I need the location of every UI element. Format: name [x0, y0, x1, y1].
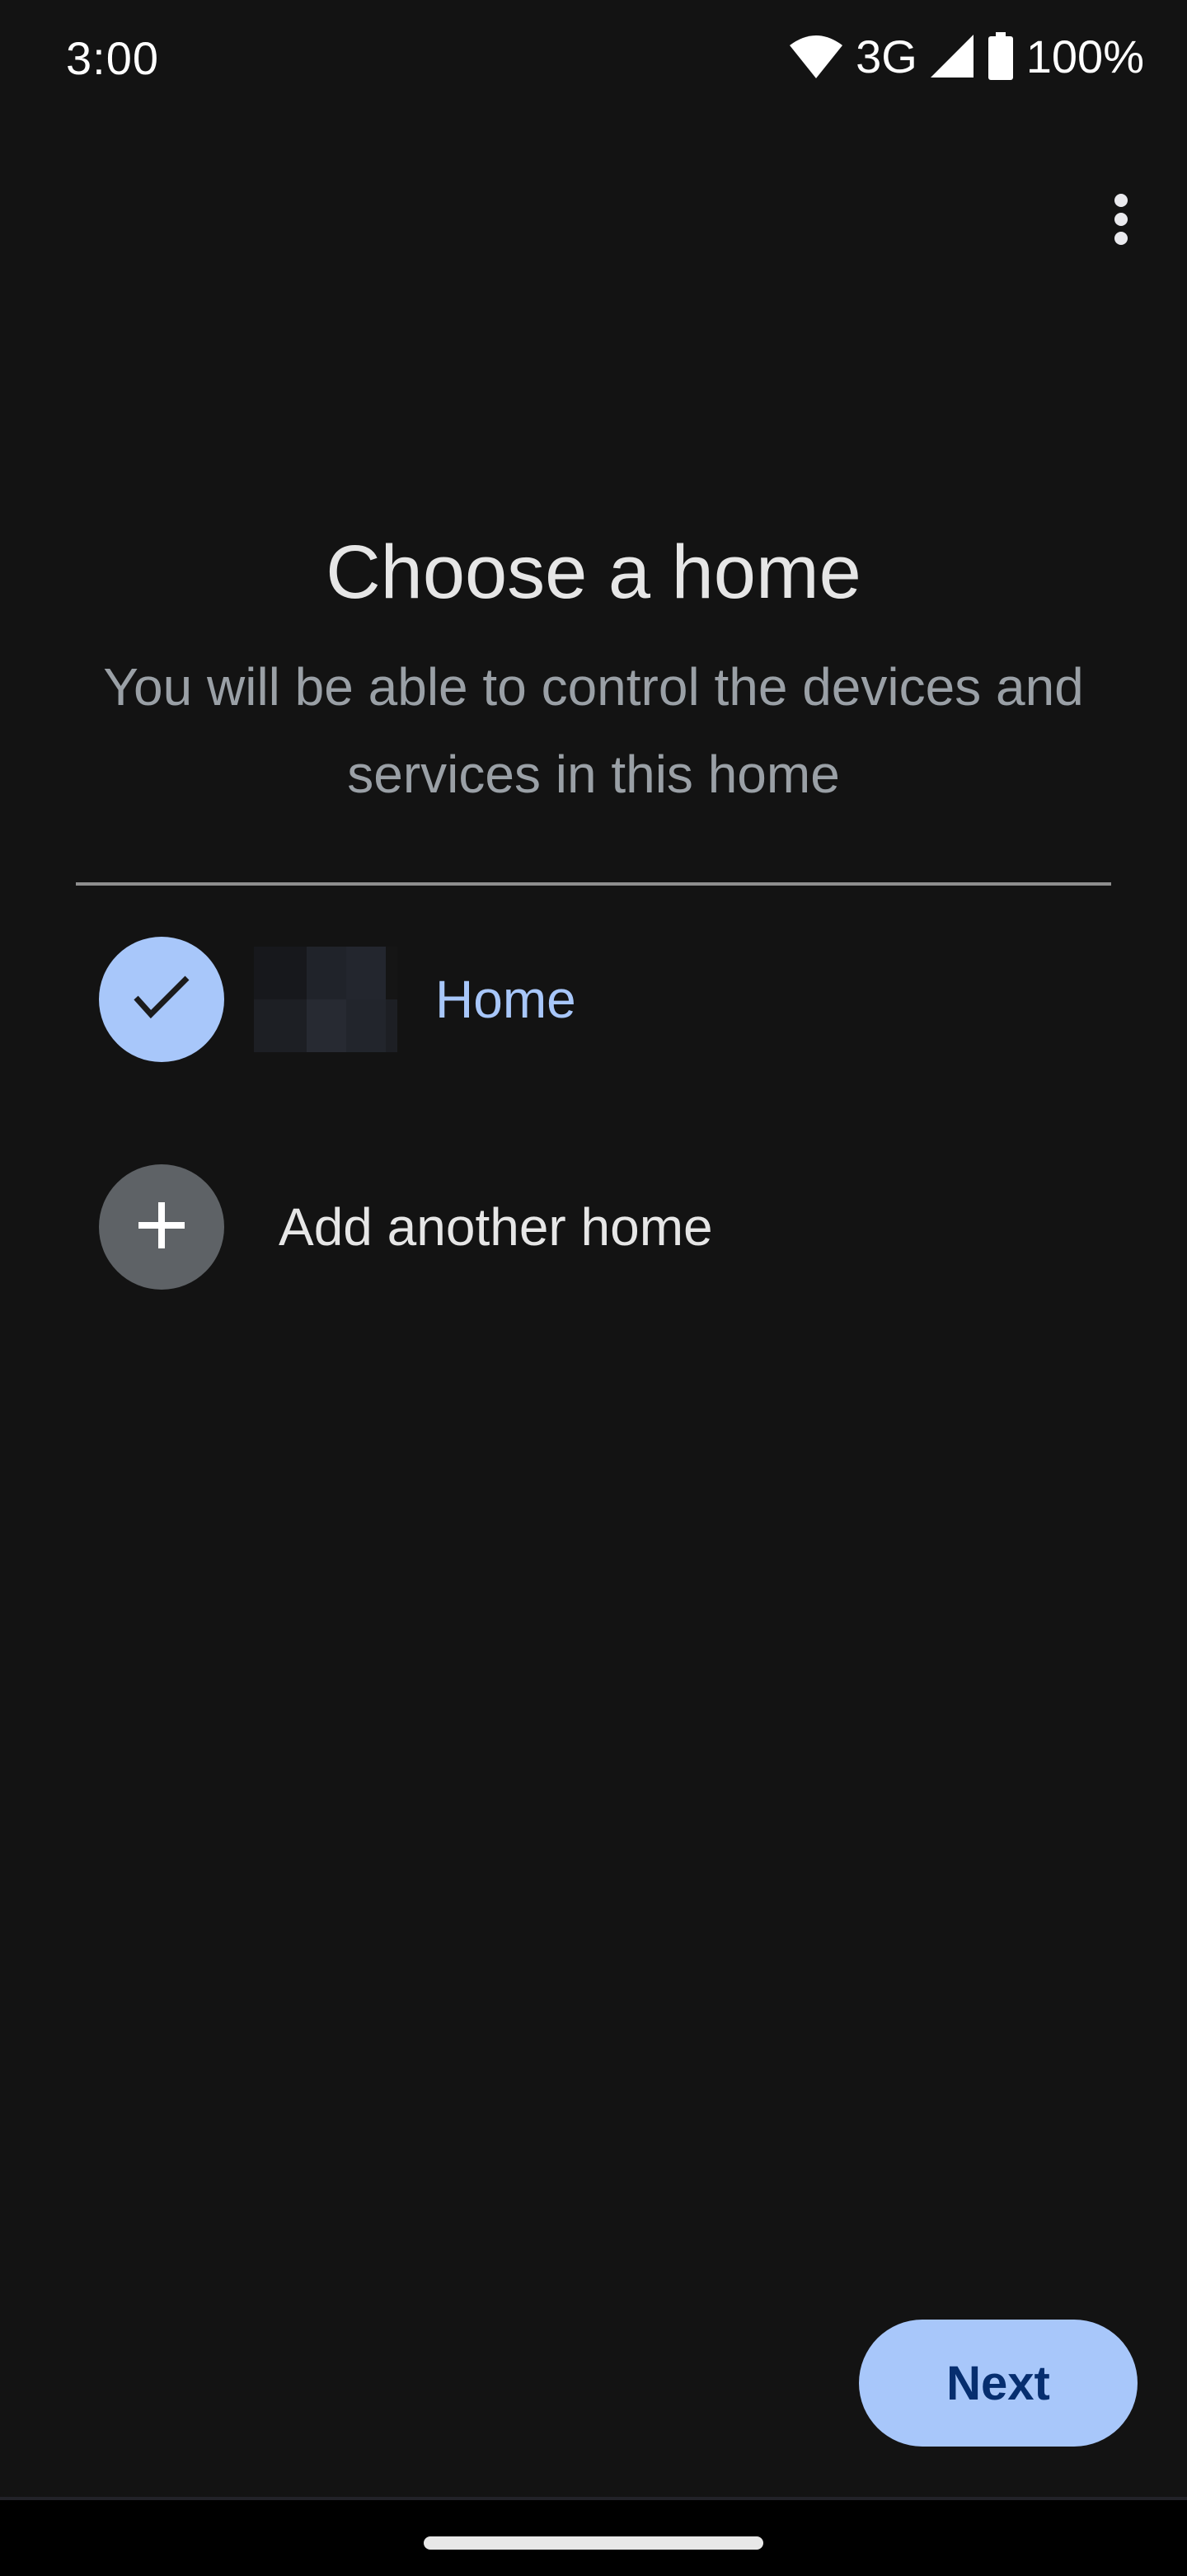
navigation-bar — [0, 2497, 1187, 2576]
status-time: 3:00 — [66, 32, 159, 84]
add-circle — [99, 1164, 224, 1290]
network-type: 3G — [856, 30, 917, 82]
page-title: Choose a home — [326, 529, 861, 614]
home-gesture-handle[interactable] — [424, 2536, 763, 2550]
more-options-button[interactable] — [1080, 181, 1162, 264]
battery-percent: 100% — [1025, 30, 1144, 82]
battery-icon — [987, 32, 1015, 80]
check-icon — [133, 975, 190, 1025]
home-label: Home — [435, 970, 576, 1029]
selected-indicator — [99, 937, 224, 1062]
status-icons: 3G 100% — [788, 30, 1144, 82]
plus-icon — [138, 1201, 185, 1253]
cell-signal-icon — [929, 33, 975, 79]
wifi-icon — [788, 34, 844, 78]
more-vert-icon — [1113, 192, 1129, 254]
status-bar: 3:00 3G 100% — [0, 0, 1187, 119]
add-home-label: Add another home — [279, 1197, 713, 1257]
redacted-home-name — [254, 947, 427, 1052]
divider — [76, 882, 1111, 886]
page-subtitle: You will be able to control the devices … — [103, 657, 1084, 804]
next-button[interactable]: Next — [859, 2320, 1138, 2447]
add-another-home-option[interactable]: Add another home — [99, 1161, 1105, 1293]
home-option-home[interactable]: Home — [99, 933, 1105, 1065]
